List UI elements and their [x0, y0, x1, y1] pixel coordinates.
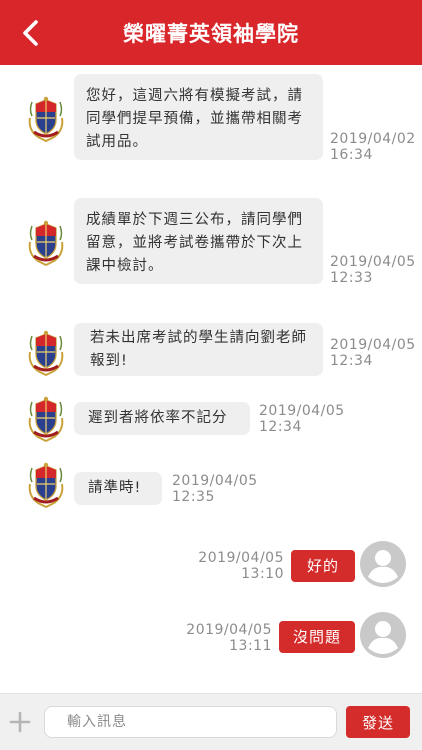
page-title: 榮曜菁英領袖學院: [123, 22, 299, 46]
reply-bubble: 好的: [291, 550, 355, 582]
school-crest-avatar: [26, 462, 66, 508]
send-button[interactable]: 發送: [346, 706, 410, 738]
message-timestamp: 2019/04/05 12:35: [172, 473, 258, 505]
message-date: 2019/04/05: [259, 403, 345, 419]
message-time: 12:33: [330, 270, 373, 286]
reply-date: 2019/04/05: [186, 622, 272, 638]
reply-timestamp: 2019/04/05 13:10: [190, 550, 284, 582]
school-crest-avatar: [26, 220, 66, 266]
message-date: 2019/04/02: [330, 131, 416, 147]
message-date: 2019/04/05: [330, 254, 416, 270]
message-time: 12:34: [330, 353, 373, 369]
app-header: 榮曜菁英領袖學院: [0, 0, 422, 65]
reply-bubble: 沒問題: [279, 621, 355, 653]
plus-icon: [9, 711, 31, 733]
school-crest-avatar: [26, 96, 66, 142]
reply-time: 13:10: [241, 566, 284, 582]
message-bubble: 遲到者將依率不記分: [74, 402, 250, 435]
message-input[interactable]: [44, 706, 337, 738]
school-crest-avatar: [26, 330, 66, 376]
message-bubble: 若未出席考試的學生請向劉老師報到!: [74, 323, 323, 376]
message-date: 2019/04/05: [330, 337, 416, 353]
user-avatar-icon: [360, 612, 406, 658]
message-timestamp: 2019/04/05 12:34: [259, 403, 345, 435]
message-bubble: 請準時!: [74, 472, 162, 505]
reply-timestamp: 2019/04/05 13:11: [176, 622, 272, 654]
message-time: 12:34: [259, 419, 302, 435]
reply-time: 13:11: [229, 638, 272, 654]
message-composer: 發送: [0, 693, 422, 750]
school-crest-avatar: [26, 396, 66, 442]
message-bubble: 成績單於下週三公布，請同學們留意，並將考試卷攜帶於下次上課中檢討。: [74, 198, 323, 284]
message-date: 2019/04/05: [172, 473, 258, 489]
message-timestamp: 2019/04/05 12:33: [330, 254, 416, 286]
user-avatar-icon: [360, 541, 406, 587]
message-time: 16:34: [330, 147, 373, 163]
message-timestamp: 2019/04/05 12:34: [330, 337, 416, 369]
reply-date: 2019/04/05: [198, 550, 284, 566]
add-attachment-button[interactable]: [8, 710, 32, 734]
message-timestamp: 2019/04/02 16:34: [330, 131, 416, 163]
message-bubble: 您好，這週六將有模擬考試，請同學們提早預備，並攜帶相關考試用品。: [74, 74, 323, 160]
message-time: 12:35: [172, 489, 215, 505]
